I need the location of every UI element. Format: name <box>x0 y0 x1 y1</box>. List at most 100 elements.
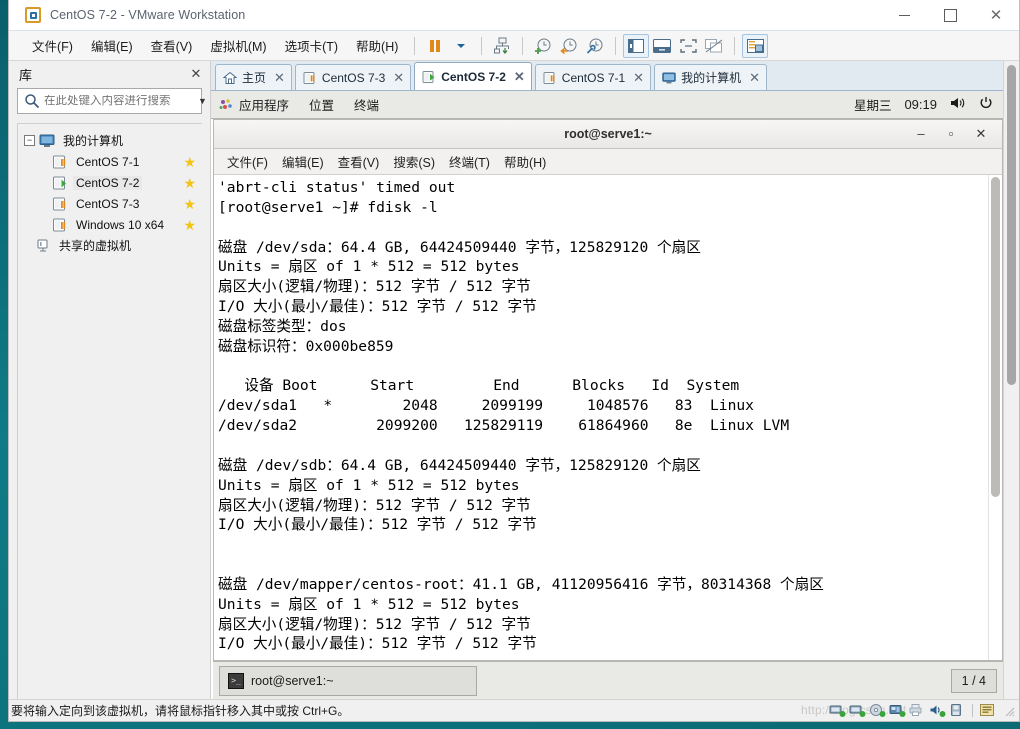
terminal-menu-search[interactable]: 搜索(S) <box>386 150 442 173</box>
terminal-scrollbar[interactable] <box>988 175 1002 660</box>
status-network-adapter-1-icon[interactable] <box>829 703 846 718</box>
status-cd-dvd-icon[interactable] <box>869 703 886 718</box>
tab-label: 主页 <box>242 71 267 85</box>
status-message-log-icon[interactable] <box>979 703 996 718</box>
gnome-terminal-menu[interactable]: 终端 <box>344 95 389 114</box>
gnome-places-menu[interactable]: 位置 <box>299 95 344 114</box>
gnome-applications-menu[interactable]: 应用程序 <box>235 95 299 114</box>
terminal-menu-terminal[interactable]: 终端(T) <box>442 150 497 173</box>
menu-help[interactable]: 帮助(H) <box>347 33 407 58</box>
terminal-menu-file[interactable]: 文件(F) <box>220 150 275 173</box>
tab-label: 我的计算机 <box>681 71 742 85</box>
tree-label: 共享的虚拟机 <box>59 239 132 253</box>
snapshot-manager-button[interactable] <box>582 34 608 58</box>
suspend-button[interactable] <box>422 34 448 58</box>
main-body: 库 ✕ ▼ − 我的计算机 <box>9 61 1019 699</box>
gnome-day-label: 星期三 <box>853 99 892 113</box>
taskbar-window-button[interactable]: >_ root@serve1:~ <box>219 665 477 696</box>
take-snapshot-button[interactable] <box>530 34 556 58</box>
tab-close-icon[interactable]: ✕ <box>749 70 760 86</box>
my-computer-icon <box>662 71 676 85</box>
tab-close-icon[interactable]: ✕ <box>393 70 404 86</box>
tab-close-icon[interactable]: ✕ <box>514 69 525 85</box>
status-usb-icon[interactable] <box>889 703 906 718</box>
send-ctrl-alt-del-button[interactable] <box>489 34 515 58</box>
status-printer-icon[interactable] <box>909 703 926 718</box>
revert-snapshot-button[interactable] <box>556 34 582 58</box>
vm-pane-scrollbar-thumb[interactable] <box>1007 65 1016 385</box>
menu-tabs[interactable]: 选项卡(T) <box>276 33 347 58</box>
vm-pane: 主页 ✕ CentOS 7-3 ✕ CentOS 7-2 ✕ CentOS 7-… <box>211 61 1003 699</box>
menu-edit[interactable]: 编辑(E) <box>82 33 142 58</box>
tab-centos-7-1[interactable]: CentOS 7-1 ✕ <box>534 64 652 90</box>
terminal-scrollbar-thumb[interactable] <box>991 177 1000 498</box>
favorite-star-icon[interactable]: ★ <box>183 218 196 232</box>
tree-label: 我的计算机 <box>63 134 124 148</box>
status-divider <box>972 704 973 717</box>
terminal-menu-help[interactable]: 帮助(H) <box>497 150 553 173</box>
favorite-star-icon[interactable]: ★ <box>183 155 196 169</box>
volume-icon[interactable] <box>950 96 966 113</box>
menu-file[interactable]: 文件(F) <box>23 33 82 58</box>
minimize-button[interactable] <box>881 0 927 31</box>
gnome-clock[interactable]: 09:19 <box>904 97 937 112</box>
favorite-star-icon[interactable]: ★ <box>183 176 196 190</box>
power-icon[interactable] <box>979 96 993 113</box>
console-view-button[interactable] <box>742 33 769 58</box>
terminal-menu-view[interactable]: 查看(V) <box>331 150 387 173</box>
status-floppy-icon[interactable] <box>949 703 966 718</box>
terminal-minimize-button[interactable]: – <box>906 126 936 142</box>
network-send-icon <box>493 37 511 55</box>
power-dropdown[interactable] <box>448 34 474 58</box>
tree-node-centos-7-1[interactable]: CentOS 7-1 ★ <box>18 151 202 172</box>
tree-node-centos-7-2[interactable]: CentOS 7-2 ★ <box>18 172 202 193</box>
terminal-output[interactable]: 'abrt-cli status' timed out [root@serve1… <box>214 175 988 660</box>
tab-centos-7-2[interactable]: CentOS 7-2 ✕ <box>414 62 532 90</box>
maximize-button[interactable] <box>927 0 973 31</box>
favorite-star-icon[interactable]: ★ <box>183 197 196 211</box>
shared-vms-icon <box>35 238 51 254</box>
show-library-button[interactable] <box>623 33 650 58</box>
unity-windows-icon <box>705 38 723 53</box>
clock-wrench-icon <box>586 37 604 55</box>
tab-home[interactable]: 主页 ✕ <box>215 64 292 90</box>
vm-pane-scrollbar[interactable] <box>1003 61 1019 699</box>
library-close-icon[interactable]: ✕ <box>188 66 204 82</box>
terminal-menu-edit[interactable]: 编辑(E) <box>275 150 331 173</box>
workspace-indicator[interactable]: 1 / 4 <box>950 668 997 693</box>
tree-node-centos-7-3[interactable]: CentOS 7-3 ★ <box>18 193 202 214</box>
window-title: CentOS 7-2 - VMware Workstation <box>50 8 246 22</box>
tree-label: CentOS 7-3 <box>76 196 140 211</box>
tab-close-icon[interactable]: ✕ <box>633 70 644 86</box>
search-input[interactable] <box>44 95 198 107</box>
terminal-body[interactable]: 'abrt-cli status' timed out [root@serve1… <box>214 175 1002 660</box>
tab-my-computer[interactable]: 我的计算机 ✕ <box>654 64 767 90</box>
library-search[interactable]: ▼ <box>17 88 207 114</box>
tree-node-shared-vms[interactable]: 共享的虚拟机 <box>18 235 202 256</box>
vmware-workstation-window: CentOS 7-2 - VMware Workstation ✕ 文件(F) … <box>8 0 1020 722</box>
close-button[interactable]: ✕ <box>973 0 1019 31</box>
full-screen-button[interactable] <box>675 34 701 58</box>
tab-label: CentOS 7-1 <box>561 70 626 85</box>
terminal-maximize-button[interactable]: ▫ <box>936 126 966 142</box>
unity-mode-button[interactable] <box>701 34 727 58</box>
tree-expander-icon[interactable]: − <box>24 135 35 146</box>
expand-icon <box>680 38 697 53</box>
home-icon <box>222 71 238 85</box>
gnome-status-area: 星期三 09:19 <box>854 95 993 114</box>
terminal-close-button[interactable]: ✕ <box>966 126 996 142</box>
status-network-adapter-2-icon[interactable] <box>849 703 866 718</box>
tree-node-windows-10-x64[interactable]: Windows 10 x64 ★ <box>18 214 202 235</box>
taskbar-window-label: root@serve1:~ <box>251 673 334 688</box>
tab-centos-7-3[interactable]: CentOS 7-3 ✕ <box>294 64 412 90</box>
show-thumbnails-button[interactable] <box>649 34 675 58</box>
menu-view[interactable]: 查看(V) <box>142 33 202 58</box>
status-sound-icon[interactable] <box>929 703 946 718</box>
resize-grip-icon[interactable] <box>1003 705 1015 717</box>
guest-screen[interactable]: 应用程序 位置 终端 星期三 09:19 root@serve1:~ – ▫ ✕… <box>211 91 1003 699</box>
tree-node-my-computer[interactable]: − 我的计算机 <box>18 130 202 151</box>
search-dropdown-caret-icon[interactable]: ▼ <box>198 96 207 106</box>
tabbar: 主页 ✕ CentOS 7-3 ✕ CentOS 7-2 ✕ CentOS 7-… <box>211 61 1003 91</box>
tab-close-icon[interactable]: ✕ <box>274 70 285 86</box>
menu-vm[interactable]: 虚拟机(M) <box>201 33 275 58</box>
